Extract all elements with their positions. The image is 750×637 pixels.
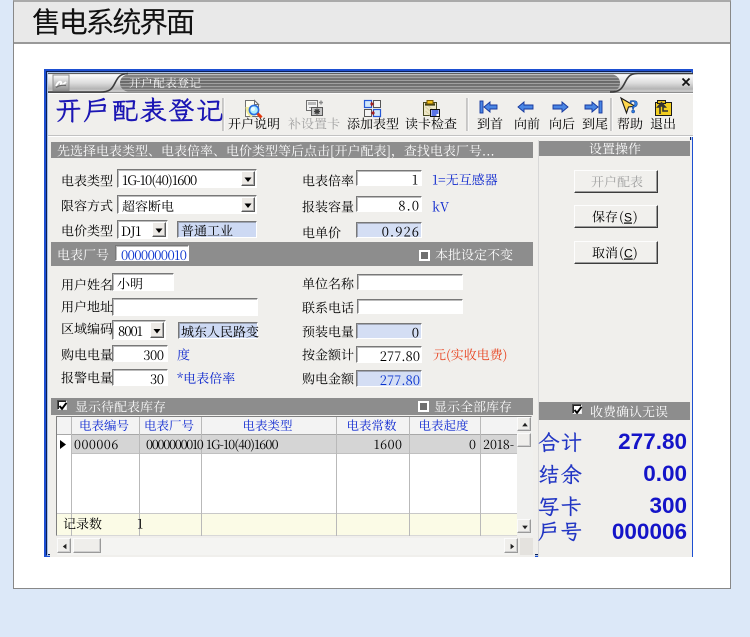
svg-text:S: S: [624, 211, 632, 225]
svg-text:C: C: [624, 247, 633, 261]
svg-text:?: ?: [629, 97, 639, 118]
